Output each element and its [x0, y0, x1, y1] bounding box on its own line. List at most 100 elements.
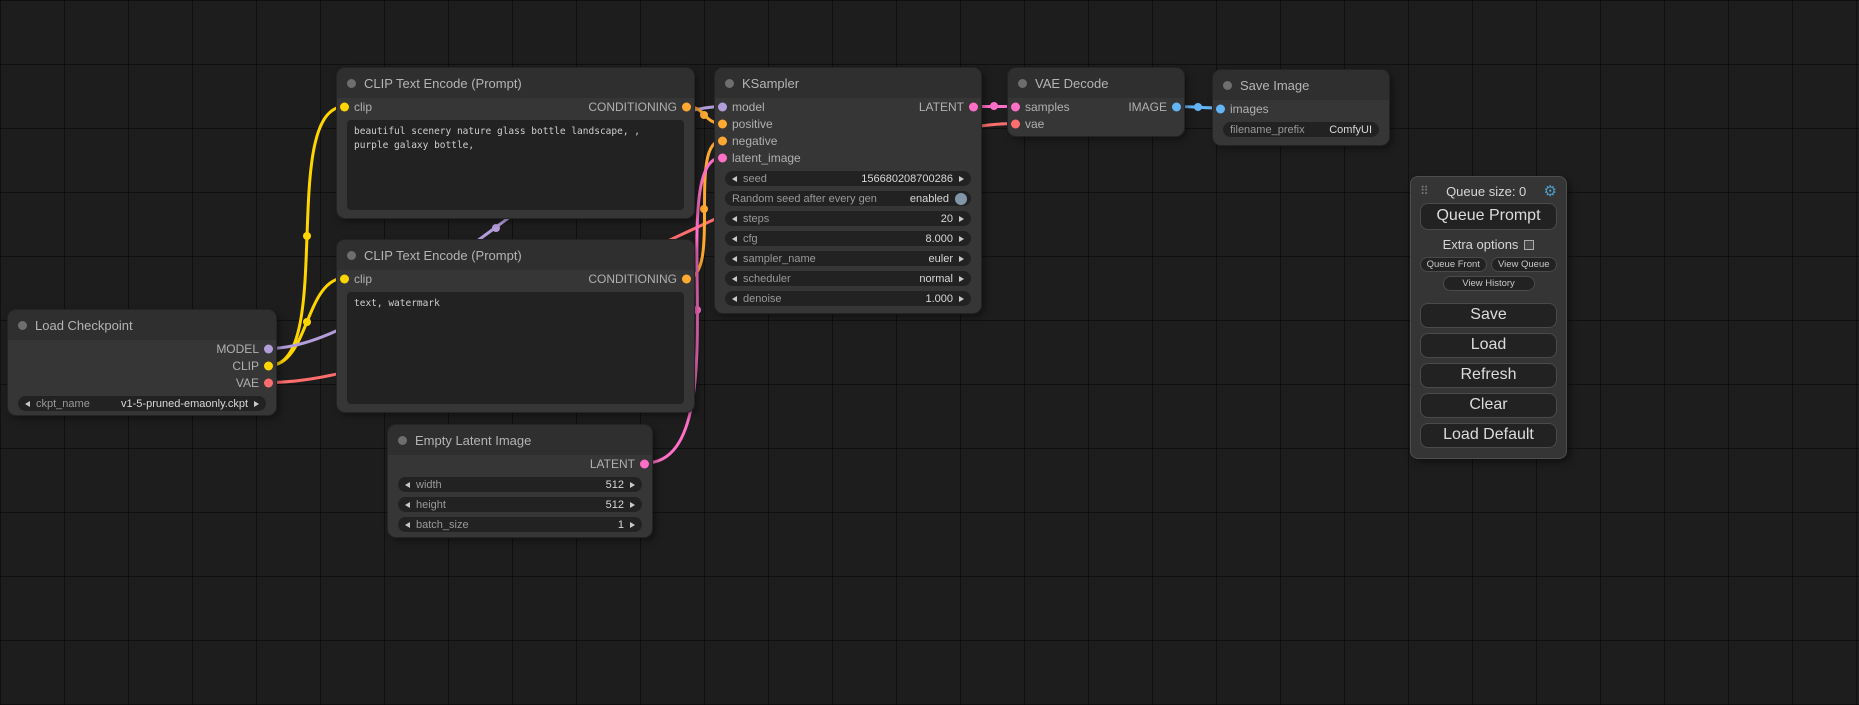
node-graph-canvas[interactable]: { "colors": { "model": "#B39DDB", "clip"… — [0, 0, 1859, 705]
link-midpoint-dot — [700, 205, 708, 213]
node-titlebar[interactable]: CLIP Text Encode (Prompt) — [337, 68, 694, 98]
increment-arrow-icon[interactable] — [959, 276, 964, 282]
node-clip-text-encode-negative[interactable]: CLIP Text Encode (Prompt) clip CONDITION… — [337, 240, 694, 412]
widget-value: 1 — [618, 519, 624, 531]
input-port-samples[interactable] — [1011, 102, 1020, 111]
input-port-images[interactable] — [1216, 104, 1225, 113]
settings-gear-icon[interactable]: ⚙ — [1544, 182, 1557, 200]
link-midpoint-dot — [700, 111, 708, 119]
output-port-model[interactable] — [264, 344, 273, 353]
widget-seed[interactable]: seed 156680208700286 — [725, 171, 971, 186]
widget-denoise[interactable]: denoise 1.000 — [725, 291, 971, 306]
increment-arrow-icon[interactable] — [630, 502, 635, 508]
widget-batch-size[interactable]: batch_size 1 — [398, 517, 642, 532]
refresh-button[interactable]: Refresh — [1420, 363, 1557, 388]
output-port-clip[interactable] — [264, 361, 273, 370]
input-slot-latent-image: latent_image — [715, 149, 981, 166]
widget-sampler-name[interactable]: sampler_name euler — [725, 251, 971, 266]
input-port-model[interactable] — [718, 102, 727, 111]
node-titlebar[interactable]: Save Image — [1213, 70, 1389, 100]
slot-label: CONDITIONING — [588, 100, 677, 114]
decrement-arrow-icon[interactable] — [732, 216, 737, 222]
collapse-dot-icon[interactable] — [725, 79, 734, 88]
node-title: KSampler — [742, 76, 799, 91]
widget-random-seed-toggle[interactable]: Random seed after every gen enabled — [725, 191, 971, 206]
widget-value: 512 — [606, 479, 624, 491]
node-clip-text-encode-positive[interactable]: CLIP Text Encode (Prompt) clip CONDITION… — [337, 68, 694, 218]
node-load-checkpoint[interactable]: Load Checkpoint MODEL CLIP VAE ckpt_name… — [8, 310, 276, 415]
decrement-arrow-icon[interactable] — [732, 296, 737, 302]
load-default-button[interactable]: Load Default — [1420, 423, 1557, 448]
collapse-dot-icon[interactable] — [398, 436, 407, 445]
decrement-arrow-icon[interactable] — [732, 276, 737, 282]
node-empty-latent-image[interactable]: Empty Latent Image LATENT width 512 heig… — [388, 425, 652, 537]
increment-arrow-icon[interactable] — [959, 296, 964, 302]
input-port-positive[interactable] — [718, 119, 727, 128]
decrement-arrow-icon[interactable] — [732, 236, 737, 242]
output-port-latent[interactable] — [640, 459, 649, 468]
load-button[interactable]: Load — [1420, 333, 1557, 358]
widget-filename-prefix[interactable]: filename_prefix ComfyUI — [1223, 122, 1379, 137]
node-titlebar[interactable]: VAE Decode — [1008, 68, 1184, 98]
decrement-arrow-icon[interactable] — [25, 401, 30, 407]
input-port-negative[interactable] — [718, 136, 727, 145]
output-port-conditioning[interactable] — [682, 274, 691, 283]
input-port-vae[interactable] — [1011, 119, 1020, 128]
output-port-conditioning[interactable] — [682, 102, 691, 111]
input-port-latent-image[interactable] — [718, 153, 727, 162]
widget-ckpt-name[interactable]: ckpt_name v1-5-pruned-emaonly.ckpt — [18, 396, 266, 411]
toggle-knob-icon[interactable] — [955, 193, 967, 205]
collapse-dot-icon[interactable] — [347, 79, 356, 88]
queue-panel-header: ⠿ Queue size: 0 ⚙ — [1420, 181, 1557, 201]
widget-steps[interactable]: steps 20 — [725, 211, 971, 226]
node-titlebar[interactable]: CLIP Text Encode (Prompt) — [337, 240, 694, 270]
increment-arrow-icon[interactable] — [630, 482, 635, 488]
collapse-dot-icon[interactable] — [1018, 79, 1027, 88]
node-vae-decode[interactable]: VAE Decode samples IMAGE vae — [1008, 68, 1184, 136]
increment-arrow-icon[interactable] — [959, 236, 964, 242]
node-save-image[interactable]: Save Image images filename_prefix ComfyU… — [1213, 70, 1389, 145]
increment-arrow-icon[interactable] — [254, 401, 259, 407]
prompt-textarea[interactable]: beautiful scenery nature glass bottle la… — [347, 120, 684, 210]
widget-width[interactable]: width 512 — [398, 477, 642, 492]
node-titlebar[interactable]: Load Checkpoint — [8, 310, 276, 340]
input-slot-images: images — [1213, 100, 1389, 117]
view-history-button[interactable]: View History — [1443, 276, 1535, 291]
increment-arrow-icon[interactable] — [959, 176, 964, 182]
save-button[interactable]: Save — [1420, 303, 1557, 328]
output-port-image[interactable] — [1172, 102, 1181, 111]
decrement-arrow-icon[interactable] — [405, 522, 410, 528]
widget-scheduler[interactable]: scheduler normal — [725, 271, 971, 286]
queue-prompt-button[interactable]: Queue Prompt — [1420, 203, 1557, 230]
widget-height[interactable]: height 512 — [398, 497, 642, 512]
collapse-dot-icon[interactable] — [347, 251, 356, 260]
extra-options-checkbox[interactable] — [1524, 240, 1534, 250]
input-port-clip[interactable] — [340, 102, 349, 111]
clear-button[interactable]: Clear — [1420, 393, 1557, 418]
input-port-clip[interactable] — [340, 274, 349, 283]
node-title: Load Checkpoint — [35, 318, 133, 333]
collapse-dot-icon[interactable] — [1223, 81, 1232, 90]
output-port-latent[interactable] — [969, 102, 978, 111]
view-queue-button[interactable]: View Queue — [1491, 257, 1558, 272]
increment-arrow-icon[interactable] — [959, 256, 964, 262]
increment-arrow-icon[interactable] — [959, 216, 964, 222]
collapse-dot-icon[interactable] — [18, 321, 27, 330]
increment-arrow-icon[interactable] — [630, 522, 635, 528]
widget-cfg[interactable]: cfg 8.000 — [725, 231, 971, 246]
node-titlebar[interactable]: Empty Latent Image — [388, 425, 652, 455]
slot-label: VAE — [236, 376, 259, 390]
decrement-arrow-icon[interactable] — [732, 256, 737, 262]
decrement-arrow-icon[interactable] — [405, 482, 410, 488]
input-slot-positive: positive — [715, 115, 981, 132]
node-ksampler[interactable]: KSampler model LATENT positive negative … — [715, 68, 981, 313]
output-port-vae[interactable] — [264, 378, 273, 387]
decrement-arrow-icon[interactable] — [732, 176, 737, 182]
decrement-arrow-icon[interactable] — [405, 502, 410, 508]
queue-front-button[interactable]: Queue Front — [1420, 257, 1487, 272]
widget-label: sampler_name — [743, 253, 816, 265]
drag-handle-icon[interactable]: ⠿ — [1420, 184, 1429, 198]
node-titlebar[interactable]: KSampler — [715, 68, 981, 98]
prompt-textarea[interactable]: text, watermark — [347, 292, 684, 404]
output-slot-clip: CLIP — [8, 357, 276, 374]
